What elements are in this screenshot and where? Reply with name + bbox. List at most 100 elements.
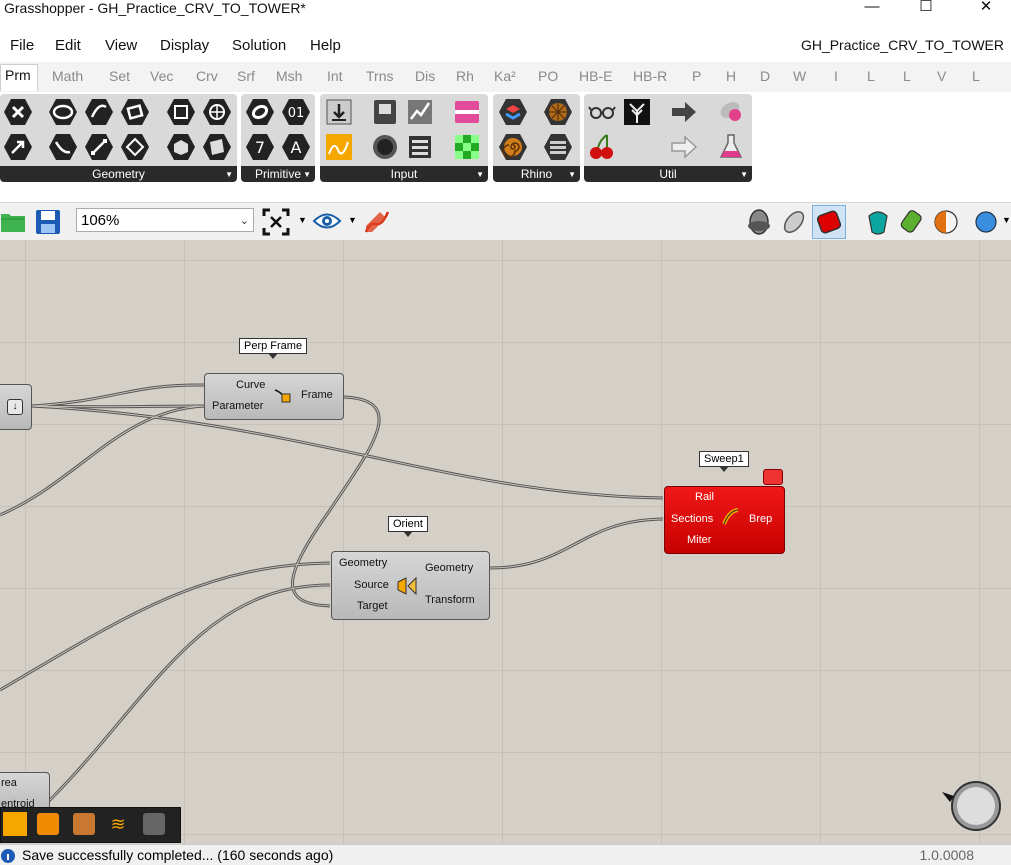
tab-po[interactable]: PO: [538, 68, 558, 84]
output-brep[interactable]: Brep: [749, 513, 772, 525]
stack-icon[interactable]: [543, 132, 573, 162]
knob-icon[interactable]: [370, 132, 400, 162]
brep-param-icon[interactable]: [166, 132, 196, 162]
tab-ka2[interactable]: Ka²: [494, 68, 516, 84]
import-icon[interactable]: [324, 97, 354, 127]
sketch-pen-icon[interactable]: [362, 208, 390, 236]
tab-h[interactable]: H: [726, 68, 736, 84]
tab-vec[interactable]: Vec: [150, 68, 173, 84]
input-rail[interactable]: Rail: [695, 491, 714, 503]
minimize-button[interactable]: —: [852, 0, 892, 16]
arrow-outline-icon[interactable]: [669, 132, 699, 162]
toggle-icon[interactable]: [370, 97, 400, 127]
output-frame[interactable]: Frame: [301, 389, 333, 401]
half-sphere-icon[interactable]: [932, 208, 960, 236]
tab-prm[interactable]: Prm: [0, 64, 38, 91]
tab-l2[interactable]: L: [903, 68, 911, 84]
arrow-right-icon[interactable]: [669, 97, 699, 127]
input-curve[interactable]: Curve: [236, 379, 265, 391]
spiral-icon[interactable]: [498, 132, 528, 162]
preview-selected-button[interactable]: [812, 205, 846, 239]
input-source[interactable]: Source: [354, 579, 389, 591]
cherry-icon[interactable]: [587, 132, 617, 162]
glasses-icon[interactable]: [587, 97, 617, 127]
ribbon-expand-icon[interactable]: ▼: [476, 170, 484, 179]
grid-sphere-icon[interactable]: [543, 97, 573, 127]
sphere-dropdown-icon[interactable]: ▼: [1002, 215, 1011, 225]
ribbon-expand-icon[interactable]: ▼: [225, 170, 233, 179]
graph-mapper-icon[interactable]: [405, 97, 435, 127]
tab-int[interactable]: Int: [327, 68, 343, 84]
tab-msh[interactable]: Msh: [276, 68, 302, 84]
panel-mini-icon[interactable]: [37, 813, 59, 835]
zoom-select[interactable]: 106% ⌄: [76, 208, 254, 232]
surface-param-icon[interactable]: [120, 97, 150, 127]
output-geometry[interactable]: Geometry: [425, 562, 473, 574]
ribbon-expand-icon[interactable]: ▼: [303, 170, 311, 179]
tab-i[interactable]: I: [834, 68, 838, 84]
mesh-param-icon[interactable]: [202, 97, 232, 127]
text-param-icon[interactable]: A: [281, 132, 311, 162]
value-list-icon[interactable]: [405, 132, 435, 162]
group-param-icon[interactable]: [202, 132, 232, 162]
tab-dis[interactable]: Dis: [415, 68, 435, 84]
tab-set[interactable]: Set: [109, 68, 130, 84]
flask-icon[interactable]: [716, 132, 746, 162]
geometry-hex-icon[interactable]: [3, 97, 33, 127]
input-sections[interactable]: Sections: [671, 513, 713, 525]
error-balloon-icon[interactable]: [763, 469, 783, 485]
number-param-icon[interactable]: 7: [245, 132, 275, 162]
paper-mini-icon[interactable]: [143, 813, 165, 835]
matrix-icon[interactable]: [452, 132, 482, 162]
tab-w[interactable]: W: [793, 68, 806, 84]
preview-dropdown-icon[interactable]: ▼: [348, 215, 357, 225]
zoom-dropdown-icon[interactable]: ▼: [298, 215, 307, 225]
arc-param-icon[interactable]: [48, 132, 78, 162]
menu-solution[interactable]: Solution: [232, 37, 286, 54]
ribbon-expand-icon[interactable]: ▼: [568, 170, 576, 179]
sketch-mini-icon[interactable]: [3, 812, 27, 836]
layer-icon[interactable]: [498, 97, 528, 127]
circle-param-icon[interactable]: [48, 97, 78, 127]
plane-param-icon[interactable]: [120, 132, 150, 162]
output-area[interactable]: rea: [1, 777, 17, 789]
tab-srf[interactable]: Srf: [237, 68, 255, 84]
input-geometry[interactable]: Geometry: [339, 557, 387, 569]
preview-wireframe-icon[interactable]: [746, 208, 772, 236]
green-cylinder-icon[interactable]: [898, 208, 926, 236]
menu-help[interactable]: Help: [310, 37, 341, 54]
sweep1-node[interactable]: Rail Sections Miter Brep: [664, 486, 785, 554]
tab-l3[interactable]: L: [972, 68, 980, 84]
maximize-button[interactable]: ☐: [906, 0, 946, 16]
menu-display[interactable]: Display: [160, 37, 209, 54]
tree-icon[interactable]: [622, 97, 652, 127]
tab-hb-r[interactable]: HB-R: [633, 68, 667, 84]
menu-file[interactable]: File: [10, 37, 34, 54]
tab-d[interactable]: D: [760, 68, 770, 84]
menu-edit[interactable]: Edit: [55, 37, 81, 54]
orient-node[interactable]: Geometry Source Target Geometry Transfor…: [331, 551, 490, 620]
input-miter[interactable]: Miter: [687, 534, 711, 546]
pills-icon[interactable]: [716, 97, 746, 127]
partial-param-node[interactable]: ↓: [0, 384, 32, 430]
tab-hb-e[interactable]: HB-E: [579, 68, 612, 84]
output-transform[interactable]: Transform: [425, 594, 475, 606]
ribbon-expand-icon[interactable]: ▼: [740, 170, 748, 179]
blue-sphere-icon[interactable]: [972, 208, 1000, 236]
tab-p[interactable]: P: [692, 68, 701, 84]
integer-param-icon[interactable]: 01: [281, 97, 311, 127]
tab-rh[interactable]: Rh: [456, 68, 474, 84]
open-file-icon[interactable]: [0, 208, 26, 234]
gradient-icon[interactable]: [452, 97, 482, 127]
eye-icon[interactable]: [312, 210, 342, 232]
line-param-icon[interactable]: [84, 132, 114, 162]
vector-param-icon[interactable]: [3, 132, 33, 162]
tab-crv[interactable]: Crv: [196, 68, 218, 84]
preview-shaded-icon[interactable]: [780, 208, 808, 236]
tab-v[interactable]: V: [937, 68, 946, 84]
tab-trns[interactable]: Trns: [366, 68, 393, 84]
teal-shape-icon[interactable]: [864, 208, 892, 236]
tab-l1[interactable]: L: [867, 68, 875, 84]
box-param-icon[interactable]: [166, 97, 196, 127]
tab-math[interactable]: Math: [52, 68, 83, 84]
